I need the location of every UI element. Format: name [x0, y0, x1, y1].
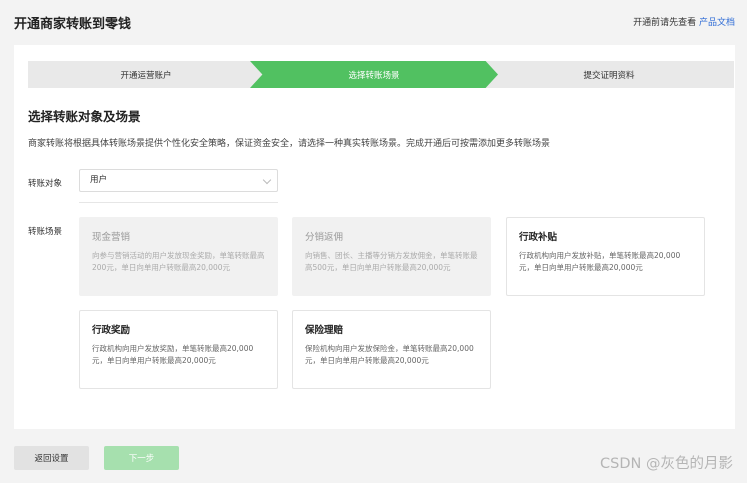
progress-steps: 开通运营账户 选择转账场景 提交证明资料: [28, 61, 734, 88]
back-to-settings-button[interactable]: 返回设置: [14, 446, 89, 470]
scene-card-admin-reward[interactable]: 行政奖励 行政机构向用户发放奖励，单笔转账最高20,000元，单日向单用户转账最…: [79, 310, 278, 389]
scene-label: 转账场景: [28, 227, 63, 237]
target-label: 转账对象: [28, 179, 63, 189]
step-select-scene: 选择转账场景: [250, 61, 498, 88]
scene-card-insurance-claim[interactable]: 保险理赔 保险机构向用户发放保险金，单笔转账最高20,000元，单日向单用户转账…: [292, 310, 491, 389]
scene-card-cash-marketing[interactable]: 现金营销 向参与营销活动的用户发放现金奖励，单笔转账最高200元，单日向单用户转…: [79, 217, 278, 296]
doc-hint: 开通前请先查看 产品文档: [633, 15, 735, 28]
scene-desc: 保险机构向用户发放保险金，单笔转账最高20,000元，单日向单用户转账最高20,…: [305, 344, 474, 365]
step-label: 开通运营账户: [120, 70, 172, 81]
scene-title: 分销返佣: [305, 232, 344, 243]
scene-card-admin-subsidy[interactable]: 行政补贴 行政机构向用户发放补贴，单笔转账最高20,000元，单日向单用户转账最…: [506, 217, 705, 296]
scene-title: 行政补贴: [519, 232, 558, 243]
scene-card-distribution-commission[interactable]: 分销返佣 向销售、团长、主播等分销方发放佣金，单笔转账最高500元，单日向单用户…: [292, 217, 491, 296]
scene-desc: 行政机构向用户发放补贴，单笔转账最高20,000元，单日向单用户转账最高20,0…: [519, 251, 681, 272]
step-open-account: 开通运营账户: [28, 61, 264, 88]
chevron-down-icon: [262, 175, 272, 185]
step-label: 提交证明资料: [583, 70, 635, 81]
page-title: 开通商家转账到零钱: [14, 17, 132, 32]
scene-desc: 向参与营销活动的用户发放现金奖励，单笔转账最高200元，单日向单用户转账最高20…: [92, 251, 265, 272]
scene-desc: 行政机构向用户发放奖励，单笔转账最高20,000元，单日向单用户转账最高20,0…: [92, 344, 254, 365]
scene-title: 行政奖励: [92, 325, 131, 336]
section-description: 商家转账将根据具体转账场景提供个性化安全策略，保证资金安全，请选择一种真实转账场…: [28, 139, 551, 149]
doc-hint-text: 开通前请先查看: [633, 18, 697, 28]
step-submit-proof: 提交证明资料: [484, 61, 734, 88]
target-select-value: 用户: [90, 175, 108, 185]
next-step-button[interactable]: 下一步: [104, 446, 179, 470]
scene-title: 保险理赔: [305, 325, 344, 336]
divider: [79, 202, 278, 203]
step-label: 选择转账场景: [348, 70, 400, 81]
watermark: CSDN @灰色的月影: [600, 456, 733, 472]
scene-desc: 向销售、团长、主播等分销方发放佣金，单笔转账最高500元，单日向单用户转账最高2…: [305, 251, 478, 272]
page-header: 开通商家转账到零钱 开通前请先查看 产品文档: [0, 0, 747, 42]
section-title: 选择转账对象及场景: [28, 109, 141, 124]
main-card: 开通运营账户 选择转账场景 提交证明资料 选择转账对象及场景 商家转账将根据具体…: [14, 45, 735, 429]
product-doc-link[interactable]: 产品文档: [699, 18, 735, 28]
target-select[interactable]: 用户: [79, 169, 278, 192]
scene-title: 现金营销: [92, 232, 131, 243]
